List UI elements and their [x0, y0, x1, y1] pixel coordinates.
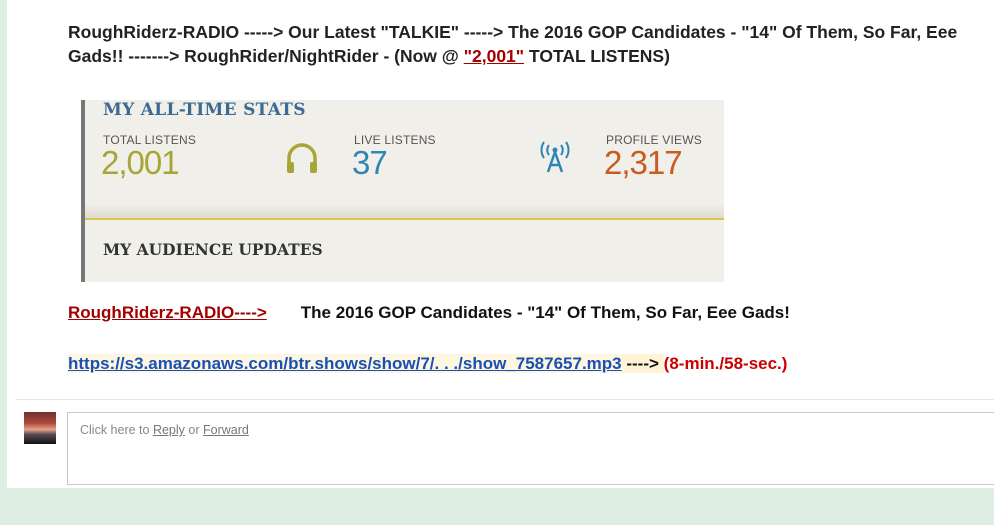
reply-prompt: Click here to Reply or Forward: [80, 423, 249, 437]
stats-image: MY ALL-TIME STATS TOTAL LISTENS 2,001 LI…: [81, 100, 724, 282]
reply-link[interactable]: Reply: [153, 423, 185, 437]
audience-updates-title: MY AUDIENCE UPDATES: [103, 240, 323, 259]
show-link-row: https://s3.amazonaws.com/btr.shows/show/…: [68, 353, 787, 375]
reply-or: or: [184, 423, 203, 437]
heading-line-2-suffix: TOTAL LISTENS): [524, 46, 670, 66]
reply-box[interactable]: Click here to Reply or Forward: [67, 412, 994, 485]
broadcast-tower-icon: [540, 141, 570, 173]
profile-views-value: 2,317: [604, 144, 683, 181]
show-title: The 2016 GOP Candidates - "14" Of Them, …: [300, 303, 790, 322]
arrow-text: ---->: [621, 354, 664, 373]
live-listens-value: 37: [352, 144, 388, 181]
show-title-row: RoughRiderz-RADIO----> The 2016 GOP Candi…: [68, 302, 790, 324]
total-listens-value: 2,001: [101, 144, 180, 181]
total-listens-link[interactable]: "2,001": [464, 46, 524, 66]
stats-title: MY ALL-TIME STATS: [103, 100, 306, 120]
comment-separator: [16, 399, 994, 400]
heading-line-1: RoughRiderz-RADIO -----> Our Latest "TAL…: [68, 22, 958, 42]
mp3-link[interactable]: https://s3.amazonaws.com/btr.shows/show/…: [68, 354, 622, 373]
heading-line-2: Gads!! -------> RoughRider/NightRider - …: [68, 44, 994, 68]
duration-text: (8-min./58-sec.): [663, 354, 788, 373]
heading-line-2-prefix: Gads!! -------> RoughRider/NightRider - …: [68, 46, 464, 66]
post-heading: RoughRiderz-RADIO -----> Our Latest "TAL…: [68, 20, 994, 68]
forward-link[interactable]: Forward: [203, 423, 249, 437]
headphones-icon: [287, 143, 317, 173]
radio-brand-link[interactable]: RoughRiderz-RADIO---->: [68, 303, 267, 322]
stats-divider-shadow: [85, 204, 724, 218]
avatar: [24, 412, 56, 444]
stats-divider: [85, 218, 724, 220]
reply-prefix: Click here to: [80, 423, 153, 437]
stats-image-border: [81, 100, 85, 282]
